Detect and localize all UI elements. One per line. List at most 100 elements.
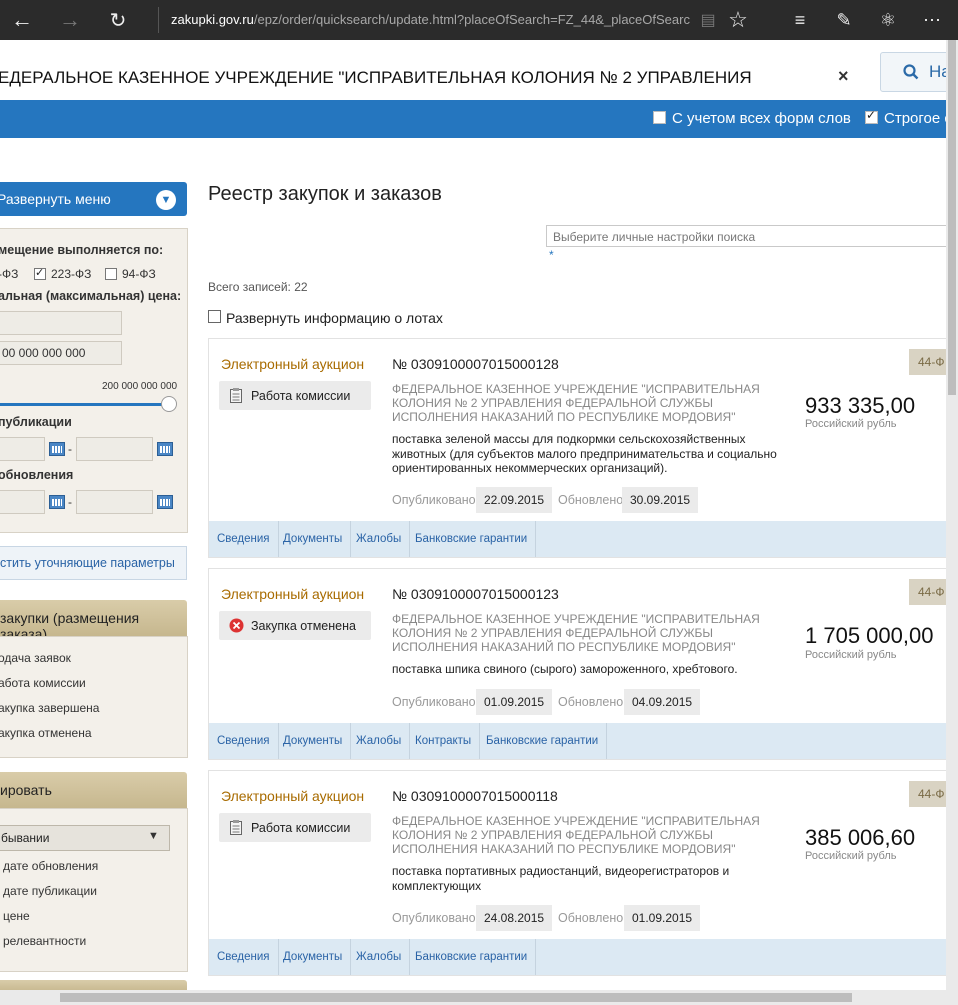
tab-documents[interactable]: Документы: [275, 723, 352, 759]
stage-option[interactable]: одача заявок: [0, 651, 71, 665]
share-icon[interactable]: ⚛: [866, 0, 910, 40]
tab-complaints[interactable]: Жалобы: [348, 521, 411, 557]
tab-contracts[interactable]: Контракты: [407, 723, 481, 759]
price-max-input[interactable]: 00 000 000 000: [0, 341, 122, 365]
calendar-icon[interactable]: [157, 495, 173, 509]
vertical-scroll-thumb[interactable]: [948, 40, 956, 395]
more-icon[interactable]: ⋯: [910, 0, 954, 40]
address-bar[interactable]: zakupki.gov.ru/epz/order/quicksearch/upd…: [158, 7, 701, 33]
stage-option[interactable]: абота комиссии: [0, 676, 86, 690]
price-label: альная (максимальная) цена:: [0, 289, 182, 303]
url-path: /epz/order/quicksearch/update.html?place…: [253, 12, 690, 27]
strict-search-label: Строгое с: [884, 110, 952, 127]
updated-label: Обновлено:: [558, 695, 627, 709]
purchase-card: Электронный аукцион Работа комиссии № 03…: [208, 770, 958, 976]
card-tabs: Сведения Документы Жалобы Банковские гар…: [209, 939, 958, 975]
status-badge: Закупка отменена: [219, 611, 371, 640]
calendar-icon[interactable]: [157, 442, 173, 456]
tab-bank-guarantees[interactable]: Банковские гарантии: [407, 521, 537, 557]
updated-date: 04.09.2015: [624, 689, 701, 715]
horizontal-scrollbar[interactable]: [0, 990, 958, 1005]
purchase-card: Электронный аукцион Закупка отменена № 0…: [208, 568, 958, 760]
personal-settings-select[interactable]: Выберите личные настройки поиска: [546, 225, 958, 247]
tab-bank-guarantees[interactable]: Банковские гарантии: [407, 939, 537, 975]
price-value: 385 006,60: [805, 825, 916, 850]
price-value: 933 335,00: [805, 393, 916, 418]
placement-label: мещение выполняется по:: [0, 243, 164, 257]
price-value: 1 705 000,00: [805, 623, 934, 648]
purchase-number-link[interactable]: № 0309100007015000128: [392, 356, 559, 372]
law-223-label: 223-ФЗ: [51, 267, 92, 281]
expand-lots-checkbox[interactable]: [208, 310, 221, 323]
clear-search-icon[interactable]: ×: [838, 66, 849, 87]
price-min-input[interactable]: [0, 311, 122, 335]
published-date: 01.09.2015: [476, 689, 553, 715]
stage-option[interactable]: акупка завершена: [0, 701, 99, 715]
updated-date: 01.09.2015: [624, 905, 701, 931]
tab-documents[interactable]: Документы: [275, 939, 352, 975]
tab-info[interactable]: Сведения: [209, 939, 279, 975]
sort-order-value: бывании: [1, 831, 50, 845]
sort-header[interactable]: ировать: [0, 772, 187, 808]
back-icon[interactable]: ←: [0, 0, 44, 40]
sort-option[interactable]: цене: [3, 909, 30, 923]
url-host: zakupki.gov.ru: [171, 12, 254, 27]
tab-bank-guarantees[interactable]: Банковские гарантии: [478, 723, 608, 759]
published-label: Опубликовано:: [392, 695, 480, 709]
calendar-icon[interactable]: [49, 495, 65, 509]
purchase-number-link[interactable]: № 0309100007015000123: [392, 586, 559, 602]
update-to-input[interactable]: [76, 490, 153, 514]
web-note-icon[interactable]: ✎: [822, 0, 866, 40]
hub-icon[interactable]: ≡: [778, 0, 822, 40]
refresh-icon[interactable]: ↻: [96, 0, 140, 40]
published-date: 22.09.2015: [476, 487, 553, 513]
horizontal-scroll-thumb[interactable]: [60, 993, 852, 1002]
procedure-type: Электронный аукцион: [221, 788, 365, 804]
date-separator: -: [68, 442, 72, 456]
customer-name[interactable]: ФЕДЕРАЛЬНОЕ КАЗЕННОЕ УЧРЕЖДЕНИЕ "ИСПРАВИ…: [392, 612, 792, 654]
sort-option[interactable]: дате публикации: [3, 884, 97, 898]
sort-option[interactable]: дате обновления: [3, 859, 98, 873]
status-badge: Работа комиссии: [219, 813, 371, 842]
customer-name[interactable]: ФЕДЕРАЛЬНОЕ КАЗЕННОЕ УЧРЕЖДЕНИЕ "ИСПРАВИ…: [392, 814, 792, 856]
tab-complaints[interactable]: Жалобы: [348, 723, 411, 759]
card-body: Электронный аукцион Работа комиссии № 03…: [209, 339, 958, 521]
sort-option[interactable]: релевантности: [3, 934, 86, 948]
tab-info[interactable]: Сведения: [209, 521, 279, 557]
law-223-checkbox[interactable]: [34, 266, 46, 280]
tab-documents[interactable]: Документы: [275, 521, 352, 557]
forward-icon[interactable]: →: [48, 0, 92, 40]
calendar-icon[interactable]: [49, 442, 65, 456]
price-slider-handle[interactable]: [161, 396, 177, 412]
law-94-checkbox[interactable]: [105, 268, 117, 280]
procedure-type: Электронный аукцион: [221, 356, 365, 372]
purchase-description: поставка портативных радиостанций, видео…: [392, 864, 730, 893]
sidebar: Развернуть меню ▼ мещение выполняется по…: [0, 138, 190, 992]
currency-label: Российский рубль: [805, 850, 897, 862]
card-tabs: Сведения Документы Жалобы Контракты Банк…: [209, 723, 958, 759]
tab-complaints[interactable]: Жалобы: [348, 939, 411, 975]
customer-name[interactable]: ФЕДЕРАЛЬНОЕ КАЗЕННОЕ УЧРЕЖДЕНИЕ "ИСПРАВИ…: [392, 382, 792, 424]
purchase-description: поставка шпика свиного (сырого) замороже…: [392, 662, 738, 676]
tab-info[interactable]: Сведения: [209, 723, 279, 759]
search-row: ЕДЕРАЛЬНОЕ КАЗЕННОЕ УЧРЕЖДЕНИЕ "ИСПРАВИТ…: [0, 40, 958, 101]
stage-option[interactable]: акупка отменена: [0, 726, 92, 740]
update-from-input[interactable]: [0, 490, 45, 514]
vertical-scrollbar[interactable]: [946, 40, 958, 990]
favorite-star-icon[interactable]: ☆: [716, 0, 760, 40]
word-forms-checkbox[interactable]: [653, 111, 666, 124]
word-forms-label: С учетом всех форм слов: [672, 110, 851, 127]
purchase-number-link[interactable]: № 0309100007015000118: [392, 788, 558, 804]
published-label: Опубликовано:: [392, 911, 480, 925]
stage-header[interactable]: закупки (размещения заказа): [0, 600, 187, 642]
strict-search-checkbox[interactable]: [865, 108, 878, 124]
publication-to-input[interactable]: [76, 437, 153, 461]
price-slider-track: [0, 403, 170, 406]
sort-order-select[interactable]: бывании ▼: [0, 825, 170, 851]
expand-menu-button[interactable]: Развернуть меню ▼: [0, 182, 187, 216]
updated-label: Обновлено:: [558, 493, 627, 507]
reset-params-link[interactable]: стить уточняющие параметры: [0, 546, 187, 580]
publication-from-input[interactable]: [0, 437, 45, 461]
purchase-description: поставка зеленой массы для подкормки сел…: [392, 432, 777, 475]
search-input[interactable]: ЕДЕРАЛЬНОЕ КАЗЕННОЕ УЧРЕЖДЕНИЕ "ИСПРАВИТ…: [0, 68, 752, 88]
